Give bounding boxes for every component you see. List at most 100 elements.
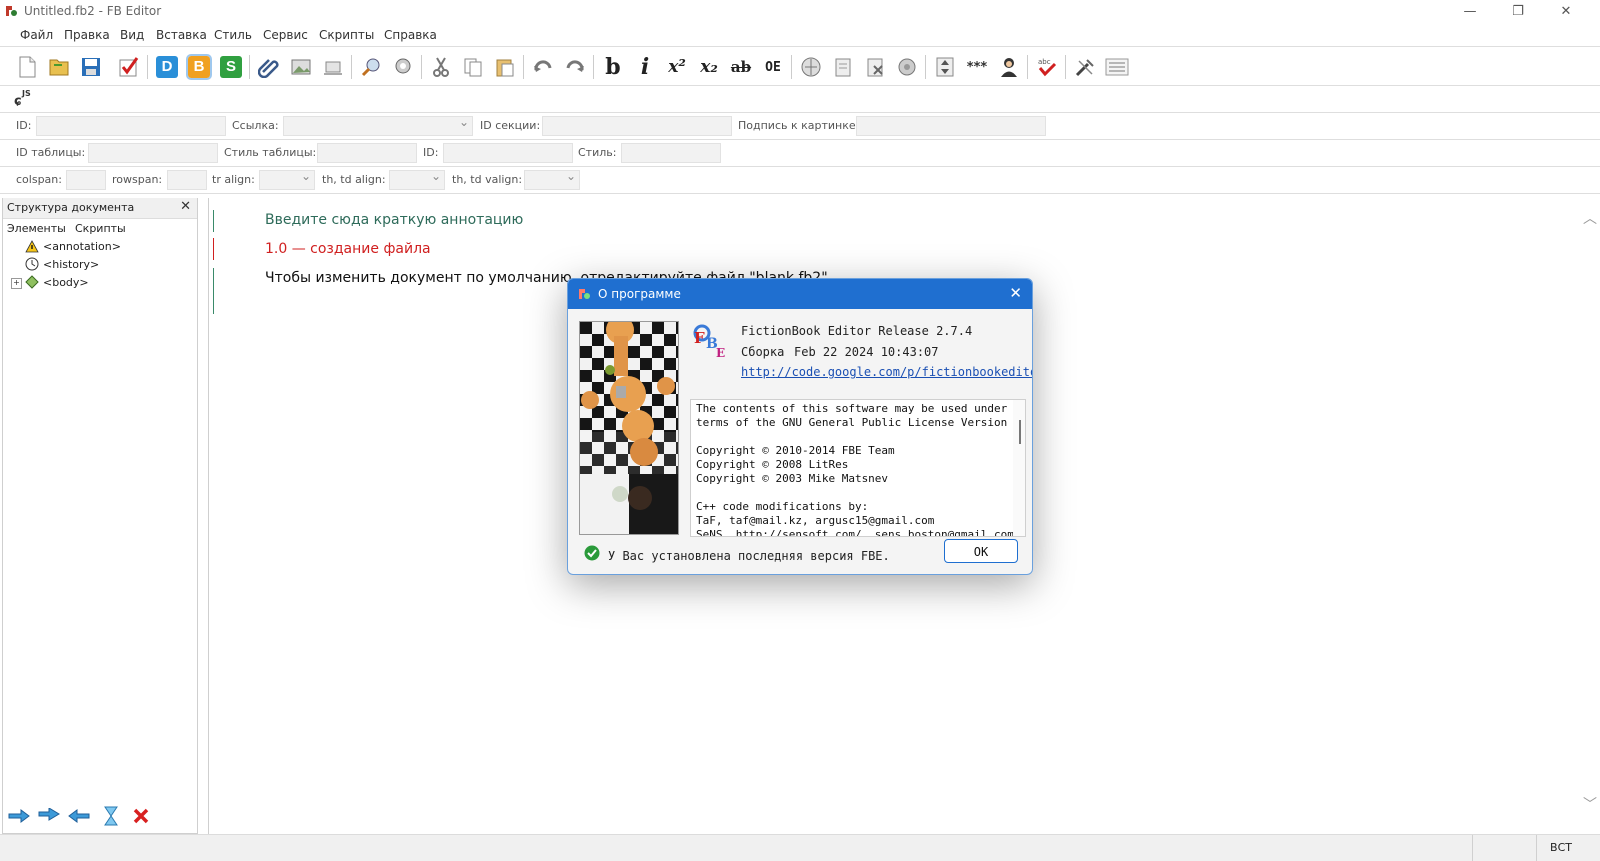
menu-file[interactable]: Файл: [20, 28, 53, 42]
find-icon[interactable]: [358, 54, 384, 80]
minimize-icon[interactable]: —: [1450, 2, 1490, 22]
tree-item-annotation[interactable]: <annotation>: [25, 238, 121, 254]
ok-button[interactable]: OK: [944, 539, 1018, 563]
check-circle-icon: [584, 545, 600, 561]
copy-icon[interactable]: [460, 54, 486, 80]
tr-align-combo[interactable]: [259, 169, 315, 190]
link-combo[interactable]: [283, 115, 473, 136]
superscript-icon[interactable]: x²: [664, 54, 690, 80]
style-field[interactable]: [621, 143, 721, 163]
menu-insert[interactable]: Вставка: [156, 28, 207, 42]
source-view-label: S: [220, 56, 242, 78]
table-style-field[interactable]: [317, 143, 417, 163]
id-field[interactable]: [36, 116, 226, 136]
menu-scripts[interactable]: Скрипты: [319, 28, 374, 42]
body-view-icon[interactable]: B: [186, 54, 212, 80]
rowspan-label: rowspan:: [112, 173, 163, 186]
tree-item-label: <body>: [43, 275, 89, 289]
italic-icon[interactable]: i: [632, 54, 658, 80]
body-view-label: B: [186, 54, 212, 80]
tab-elements[interactable]: Элементы: [7, 222, 66, 235]
cell-id-field[interactable]: [443, 143, 573, 163]
code-icon[interactable]: OE: [760, 54, 786, 80]
th-td-valign-label: th, td valign:: [452, 173, 523, 186]
validate-icon[interactable]: [116, 54, 142, 80]
section-id-label: ID секции:: [480, 119, 541, 132]
text-block-icon[interactable]: [1104, 54, 1130, 80]
nav-next-icon[interactable]: [36, 806, 62, 826]
remove-link-icon[interactable]: [862, 54, 888, 80]
footnote-icon[interactable]: [830, 54, 856, 80]
scroll-down-icon[interactable]: ﹀: [1583, 794, 1597, 814]
menu-style[interactable]: Стиль: [214, 28, 252, 42]
new-document-icon[interactable]: [14, 54, 40, 80]
subscript-icon[interactable]: x₂: [696, 54, 722, 80]
menu-help[interactable]: Справка: [384, 28, 437, 42]
th-td-valign-combo[interactable]: [524, 169, 580, 190]
menu-service[interactable]: Сервис: [263, 28, 308, 42]
about-dialog: О программе ✕ F B E FictionBook Editor R…: [567, 278, 1033, 575]
dialog-title-bar: О программе ✕: [568, 279, 1032, 309]
tree-item-history[interactable]: <history>: [25, 256, 99, 272]
tree-item-label: <annotation>: [43, 239, 121, 253]
license-line: C++ code modifications by:: [696, 500, 869, 513]
th-td-align-combo[interactable]: [389, 169, 445, 190]
tools-icon[interactable]: [1072, 54, 1098, 80]
subtitle-stars-icon[interactable]: ***: [964, 54, 990, 80]
dialog-app-icon: [579, 289, 590, 299]
source-view-icon[interactable]: S: [218, 54, 244, 80]
menu-view[interactable]: Вид: [120, 28, 144, 42]
delete-icon[interactable]: [128, 806, 154, 826]
scroll-up-icon[interactable]: ︿: [1583, 208, 1597, 228]
cut-icon[interactable]: [428, 54, 454, 80]
document-structure-panel: Структура документа ✕ Элементы Скрипты <…: [2, 198, 198, 834]
spellcheck-icon[interactable]: abc: [1034, 54, 1060, 80]
section-id-field[interactable]: [542, 116, 732, 136]
image-caption-field[interactable]: [856, 116, 1046, 136]
expand-icon[interactable]: +: [11, 278, 22, 289]
up-down-icon[interactable]: [932, 54, 958, 80]
dialog-title: О программе: [598, 287, 681, 301]
close-window-icon[interactable]: ✕: [1546, 2, 1586, 22]
link-icon[interactable]: [798, 54, 824, 80]
annotation-text[interactable]: Введите сюда краткую аннотацию: [265, 212, 523, 228]
attach-icon[interactable]: [256, 54, 282, 80]
bold-icon[interactable]: b: [600, 54, 626, 80]
save-icon[interactable]: [78, 54, 104, 80]
hourglass-icon[interactable]: [98, 806, 124, 826]
merge-icon[interactable]: [894, 54, 920, 80]
author-icon[interactable]: [996, 54, 1022, 80]
scripts-toolbar: ɕ JS: [0, 86, 1600, 113]
license-line: Copyright © 2010-2014 FBE Team: [696, 444, 895, 457]
homepage-link[interactable]: http://code.google.com/p/fictionbookedit…: [741, 365, 1032, 379]
panel-close-icon[interactable]: ✕: [180, 199, 191, 214]
paste-icon[interactable]: [492, 54, 518, 80]
image-icon[interactable]: [288, 54, 314, 80]
license-text-box[interactable]: The contents of this software may be use…: [690, 399, 1026, 537]
tree-item-body[interactable]: <body>: [25, 274, 89, 290]
restore-icon[interactable]: ❐: [1498, 2, 1538, 22]
license-scrollbar[interactable]: [1013, 400, 1025, 536]
strikethrough-icon[interactable]: ab: [728, 54, 754, 80]
colspan-field[interactable]: [66, 170, 106, 190]
rowspan-field[interactable]: [167, 170, 207, 190]
product-name: FictionBook Editor Release 2.7.4: [741, 324, 973, 338]
replace-icon[interactable]: [390, 54, 416, 80]
nav-back-icon[interactable]: [66, 806, 92, 826]
inline-image-icon[interactable]: [320, 54, 346, 80]
link-label: Ссылка:: [232, 119, 279, 132]
table-id-field[interactable]: [88, 143, 218, 163]
undo-icon[interactable]: [530, 54, 556, 80]
nav-forward-icon[interactable]: [6, 806, 32, 826]
redo-icon[interactable]: [562, 54, 588, 80]
tab-scripts[interactable]: Скрипты: [75, 222, 126, 235]
dialog-close-icon[interactable]: ✕: [1009, 284, 1022, 302]
style-label: Стиль:: [578, 146, 617, 159]
svg-text:E: E: [716, 346, 725, 359]
license-line: Copyright © 2008 LitRes: [696, 458, 849, 471]
description-view-icon[interactable]: D: [154, 54, 180, 80]
history-text[interactable]: 1.0 — создание файла: [265, 241, 431, 257]
open-icon[interactable]: [46, 54, 72, 80]
js-script-icon[interactable]: ɕ JS: [14, 89, 36, 109]
menu-edit[interactable]: Правка: [64, 28, 110, 42]
